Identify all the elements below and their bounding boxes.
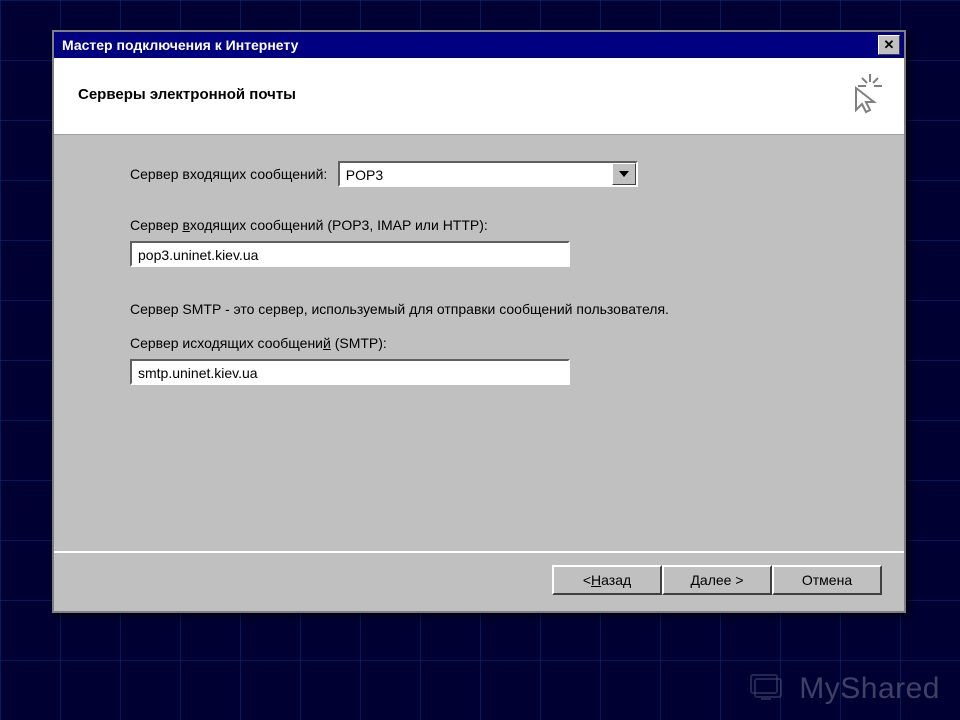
wizard-body: Сервер входящих сообщений: POP3 Сервер в… xyxy=(54,135,904,551)
label-text: азад xyxy=(601,572,631,588)
incoming-type-row: Сервер входящих сообщений: POP3 xyxy=(130,161,850,187)
access-key: в xyxy=(182,217,189,233)
incoming-server-label: Сервер входящих сообщений (POP3, IMAP ил… xyxy=(130,217,850,233)
access-key: Н xyxy=(591,572,601,588)
incoming-type-select[interactable]: POP3 xyxy=(338,161,638,187)
incoming-server-input[interactable]: pop3.uninet.kiev.ua xyxy=(130,241,570,267)
titlebar: Мастер подключения к Интернету ✕ xyxy=(54,32,904,58)
back-button[interactable]: < Назад xyxy=(552,565,662,595)
watermark-icon xyxy=(749,673,789,705)
label-text: Сервер исходящих сообщени xyxy=(130,335,323,351)
incoming-type-label: Сервер входящих сообщений: xyxy=(130,166,327,182)
wizard-header: Серверы электронной почты xyxy=(54,58,904,135)
label-text: ходящих сообщений (POP3, IMAP или HTTP): xyxy=(190,217,488,233)
chevron-down-icon xyxy=(619,171,629,177)
window-title: Мастер подключения к Интернету xyxy=(62,37,298,53)
label-text: Отмена xyxy=(802,572,852,588)
outgoing-server-input[interactable]: smtp.uninet.kiev.ua xyxy=(130,359,570,385)
outgoing-server-label: Сервер исходящих сообщений (SMTP): xyxy=(130,335,850,351)
dropdown-button[interactable] xyxy=(612,163,636,185)
watermark-text: MyShared xyxy=(799,672,940,706)
label-text: Далее > xyxy=(690,572,743,588)
wizard-footer: < Назад Далее > Отмена xyxy=(54,551,904,611)
label-text: < xyxy=(583,572,591,588)
label-text: Сервер xyxy=(130,217,182,233)
cancel-button[interactable]: Отмена xyxy=(772,565,882,595)
watermark: MyShared xyxy=(749,672,940,706)
incoming-server-value: pop3.uninet.kiev.ua xyxy=(138,247,258,263)
smtp-info-text: Сервер SMTP - это сервер, используемый д… xyxy=(130,301,850,317)
wizard-cursor-icon xyxy=(840,72,884,116)
access-key: й xyxy=(323,335,331,351)
outgoing-server-value: smtp.uninet.kiev.ua xyxy=(138,365,258,381)
close-icon: ✕ xyxy=(884,37,895,53)
incoming-type-value: POP3 xyxy=(340,163,612,185)
close-button[interactable]: ✕ xyxy=(878,35,900,55)
page-title: Серверы электронной почты xyxy=(78,86,296,103)
wizard-dialog: Мастер подключения к Интернету ✕ Серверы… xyxy=(52,30,906,613)
next-button[interactable]: Далее > xyxy=(662,565,772,595)
label-text: (SMTP): xyxy=(331,335,387,351)
